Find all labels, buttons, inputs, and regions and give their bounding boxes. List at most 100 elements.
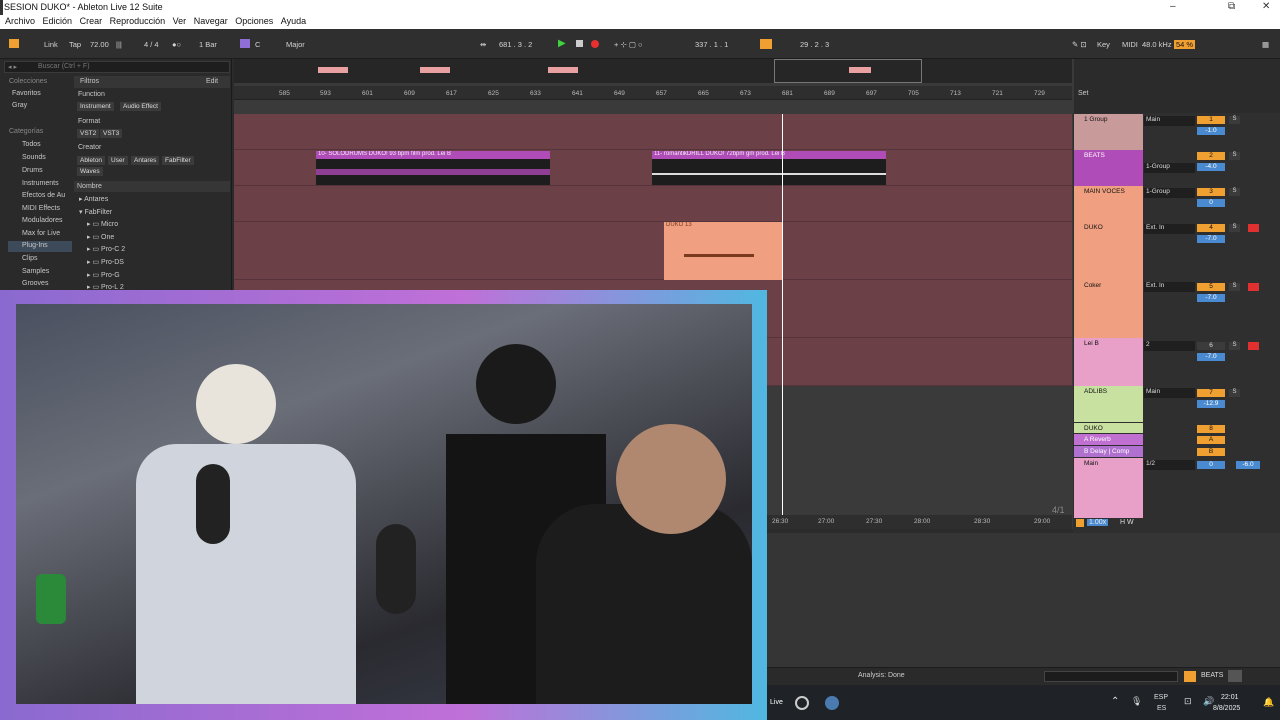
tag-user[interactable]: User: [108, 156, 128, 165]
stop-button[interactable]: [576, 40, 583, 47]
category-modulators[interactable]: Moduladores: [22, 217, 62, 224]
volume-field[interactable]: 0: [1197, 199, 1225, 207]
status-toggle-icon[interactable]: [1184, 671, 1196, 682]
track-activator[interactable]: 4: [1197, 224, 1225, 232]
tag-audio-effect[interactable]: Audio Effect: [120, 102, 161, 111]
tag-instrument[interactable]: Instrument: [77, 102, 114, 111]
browser-toggle-icon[interactable]: [9, 39, 19, 48]
loop-toggle-icon[interactable]: [760, 39, 772, 49]
filters-label[interactable]: Filtros: [80, 78, 99, 85]
return-b-delay[interactable]: B Delay | Comp: [1074, 446, 1143, 457]
track-lane[interactable]: [234, 186, 1072, 222]
tree-micro[interactable]: ▸ ▭ Micro: [87, 220, 118, 228]
category-instruments[interactable]: Instruments: [22, 180, 59, 187]
tap-button[interactable]: Tap: [69, 40, 81, 49]
tempo-field[interactable]: 72.00: [90, 40, 109, 49]
menu-ayuda[interactable]: Ayuda: [281, 16, 306, 26]
name-column-header[interactable]: Nombre: [77, 183, 102, 190]
follow-toggle-icon[interactable]: [1076, 519, 1084, 527]
view-toggle-icon[interactable]: [1228, 670, 1242, 682]
volume-field[interactable]: -6.0: [1236, 461, 1260, 469]
key-select[interactable]: C: [255, 40, 260, 49]
maximize-icon[interactable]: ⧉: [1228, 1, 1235, 12]
tree-pro-g[interactable]: ▸ ▭ Pro-G: [87, 271, 120, 279]
track-activator[interactable]: 6: [1197, 342, 1225, 350]
scale-select[interactable]: Major: [286, 40, 305, 49]
back-icon[interactable]: ◂ ▸: [8, 63, 17, 71]
set-button[interactable]: Set: [1078, 90, 1089, 97]
track-header-lei-b[interactable]: Lei B: [1074, 338, 1143, 386]
draw-mode-icon[interactable]: ✎ ⊡: [1072, 40, 1087, 49]
audio-clip[interactable]: 11- romantikDRILL DUKO! 72bpm gm prod. L…: [652, 151, 886, 185]
mini-overview[interactable]: [1044, 671, 1178, 682]
track-header-beats[interactable]: BEATS: [1074, 150, 1143, 186]
io-select[interactable]: 2: [1144, 341, 1195, 351]
play-button[interactable]: ▶: [558, 38, 566, 49]
track-header-duko[interactable]: DUKO: [1074, 222, 1143, 280]
track-lane[interactable]: 10- SOLODRUMS DUKO! 93 bpm film prod. Le…: [234, 150, 1072, 186]
menu-opciones[interactable]: Opciones: [235, 16, 273, 26]
category-samples[interactable]: Samples: [22, 268, 49, 275]
tag-vst3[interactable]: VST3: [100, 129, 123, 138]
volume-field[interactable]: -4.0: [1197, 163, 1225, 171]
menu-archivo[interactable]: Archivo: [5, 16, 35, 26]
hw-buttons[interactable]: H W: [1120, 519, 1134, 526]
tag-antares[interactable]: Antares: [131, 156, 160, 165]
category-plugins[interactable]: Plug-Ins: [8, 241, 72, 252]
tree-antares[interactable]: ▸ Antares: [79, 195, 108, 203]
solo-button[interactable]: S: [1229, 342, 1240, 350]
arm-button[interactable]: [1248, 224, 1259, 232]
track-header-main-voces[interactable]: MAIN VOCES: [1074, 186, 1143, 222]
track-activator[interactable]: 2: [1197, 152, 1225, 160]
midi-map-button[interactable]: MIDI: [1122, 40, 1138, 49]
return-a-reverb[interactable]: A Reverb: [1074, 434, 1143, 445]
taskbar-live-app[interactable]: Live: [770, 699, 783, 706]
browser-search[interactable]: Buscar (Ctrl + F): [38, 63, 90, 70]
collection-gray[interactable]: Gray: [12, 102, 27, 109]
time-signature-field[interactable]: 4 / 4: [144, 40, 159, 49]
tag-waves[interactable]: Waves: [77, 167, 103, 176]
solo-button[interactable]: S: [1229, 224, 1240, 232]
category-todos[interactable]: Todos: [22, 141, 41, 148]
io-select[interactable]: 1-Group: [1144, 188, 1195, 198]
arm-button[interactable]: [1248, 283, 1259, 291]
category-audio-effects[interactable]: Efectos de Au: [22, 192, 65, 199]
tree-fabfilter[interactable]: ▾ FabFilter: [79, 208, 112, 216]
volume-field[interactable]: -1.0: [1197, 127, 1225, 135]
volume-field[interactable]: -7.0: [1197, 353, 1225, 361]
track-header-coker[interactable]: Coker: [1074, 280, 1143, 338]
tag-fabfilter[interactable]: FabFilter: [162, 156, 194, 165]
io-select[interactable]: Ext. In: [1144, 224, 1195, 234]
master-track-header[interactable]: Main: [1074, 458, 1143, 518]
track-activator[interactable]: 8: [1197, 425, 1225, 433]
tree-pro-ds[interactable]: ▸ ▭ Pro-DS: [87, 258, 124, 266]
io-select[interactable]: Ext. In: [1144, 282, 1195, 292]
volume-field[interactable]: -7.0: [1197, 235, 1225, 243]
category-grooves[interactable]: Grooves: [22, 280, 48, 287]
collection-favoritos[interactable]: Favoritos: [12, 90, 41, 97]
io-select[interactable]: Main: [1144, 388, 1195, 398]
menu-ver[interactable]: Ver: [173, 16, 187, 26]
track-activator[interactable]: 7: [1197, 389, 1225, 397]
scale-toggle-icon[interactable]: [240, 39, 250, 48]
solo-button[interactable]: S: [1229, 188, 1240, 196]
track-activator[interactable]: A: [1197, 436, 1225, 444]
beat-ruler[interactable]: 585 593 601 609 617 625 633 641 649 657 …: [234, 86, 1072, 100]
tree-one[interactable]: ▸ ▭ One: [87, 233, 114, 241]
track-header-duko-2[interactable]: DUKO: [1074, 423, 1143, 433]
tree-pro-c2[interactable]: ▸ ▭ Pro-C 2: [87, 245, 125, 253]
category-drums[interactable]: Drums: [22, 167, 43, 174]
track-activator[interactable]: 5: [1197, 283, 1225, 291]
record-button[interactable]: [591, 40, 599, 48]
tag-vst2[interactable]: VST2: [77, 129, 100, 138]
clock-time[interactable]: 22:01: [1221, 694, 1239, 701]
network-icon[interactable]: ⊡: [1184, 696, 1192, 707]
app-icon-obs[interactable]: [795, 696, 809, 710]
overview-icon[interactable]: ▦: [1262, 40, 1269, 49]
arm-button[interactable]: [1248, 342, 1259, 350]
close-icon[interactable]: ✕: [1262, 1, 1270, 12]
track-lane[interactable]: DUKO 13: [234, 222, 1072, 280]
audio-clip[interactable]: 10- SOLODRUMS DUKO! 93 bpm film prod. Le…: [316, 151, 550, 185]
solo-button[interactable]: S: [1229, 152, 1240, 160]
arrangement-overview[interactable]: [234, 59, 1072, 83]
